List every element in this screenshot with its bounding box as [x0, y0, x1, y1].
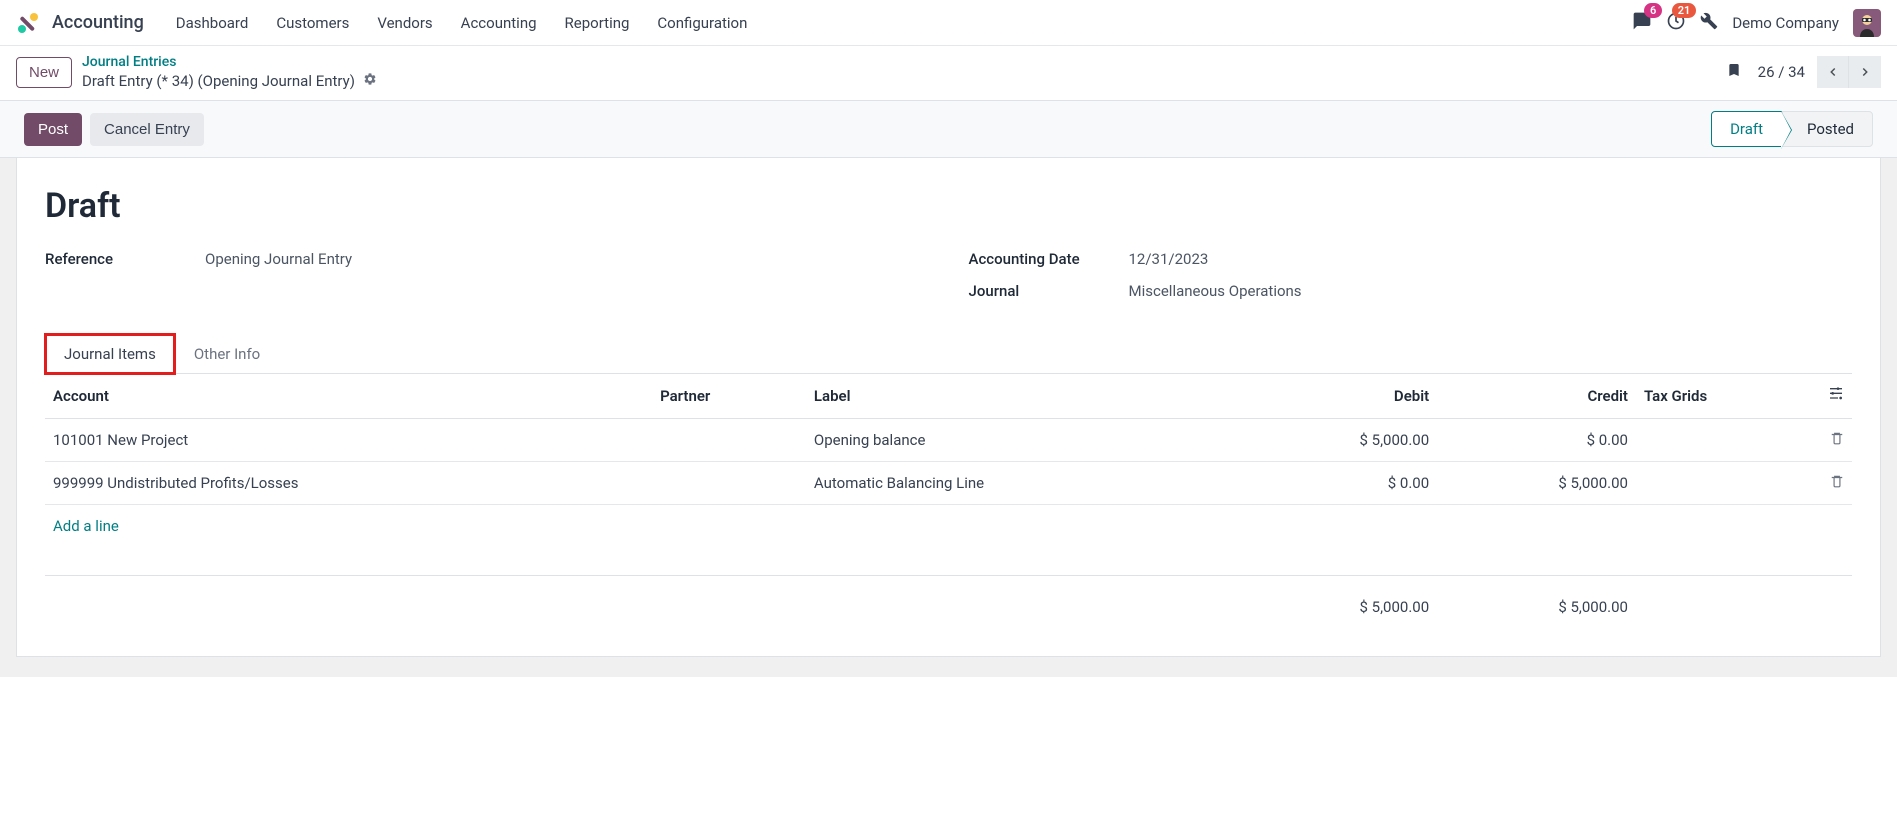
field-reference: Reference Opening Journal Entry [45, 250, 929, 268]
table-header-row: Account Partner Label Debit Credit Tax G… [45, 374, 1852, 419]
gear-icon[interactable] [363, 72, 377, 90]
col-debit[interactable]: Debit [1238, 374, 1437, 419]
nav-reporting[interactable]: Reporting [553, 8, 642, 38]
status-posted[interactable]: Posted [1782, 111, 1873, 147]
new-button[interactable]: New [16, 57, 72, 88]
column-settings-icon[interactable] [1828, 388, 1844, 406]
cell-tax-grids[interactable] [1636, 462, 1820, 505]
cell-partner[interactable] [652, 419, 806, 462]
control-row: New Journal Entries Draft Entry (* 34) (… [0, 46, 1897, 100]
nav-customers[interactable]: Customers [264, 8, 361, 38]
nav-configuration[interactable]: Configuration [645, 8, 759, 38]
journal-label: Journal [969, 282, 1129, 300]
app-logo-icon[interactable] [16, 11, 40, 35]
user-avatar[interactable] [1853, 9, 1881, 37]
cell-account[interactable]: 999999 Undistributed Profits/Losses [45, 462, 652, 505]
fields-col-right: Accounting Date 12/31/2023 Journal Misce… [969, 250, 1853, 314]
status-bar: Post Cancel Entry Draft Posted [0, 100, 1897, 158]
cell-credit[interactable]: $ 0.00 [1437, 419, 1636, 462]
field-accounting-date: Accounting Date 12/31/2023 [969, 250, 1853, 268]
cell-delete [1820, 462, 1852, 505]
nav-dashboard[interactable]: Dashboard [164, 8, 261, 38]
totals-row: $ 5,000.00 $ 5,000.00 [45, 575, 1852, 628]
cell-label[interactable]: Automatic Balancing Line [806, 462, 1238, 505]
table-row[interactable]: 101001 New Project Opening balance $ 5,0… [45, 419, 1852, 462]
trash-icon[interactable] [1830, 431, 1844, 449]
cell-delete [1820, 419, 1852, 462]
nav-right: 6 21 Demo Company [1632, 9, 1881, 37]
add-line-row: Add a line [45, 505, 1852, 548]
total-credit: $ 5,000.00 [1437, 575, 1636, 628]
trash-icon[interactable] [1830, 474, 1844, 492]
messages-icon[interactable]: 6 [1632, 11, 1652, 35]
col-label[interactable]: Label [806, 374, 1238, 419]
col-partner[interactable]: Partner [652, 374, 806, 419]
sheet-background: Draft Reference Opening Journal Entry Ac… [0, 158, 1897, 677]
total-debit: $ 5,000.00 [1238, 575, 1437, 628]
post-button[interactable]: Post [24, 113, 82, 146]
journal-value[interactable]: Miscellaneous Operations [1129, 282, 1302, 300]
reference-value[interactable]: Opening Journal Entry [205, 250, 352, 268]
cancel-entry-button[interactable]: Cancel Entry [90, 113, 204, 146]
cell-account[interactable]: 101001 New Project [45, 419, 652, 462]
activities-badge: 21 [1672, 3, 1697, 18]
cell-tax-grids[interactable] [1636, 419, 1820, 462]
accounting-date-value[interactable]: 12/31/2023 [1129, 250, 1209, 268]
company-selector[interactable]: Demo Company [1732, 14, 1839, 32]
activities-icon[interactable]: 21 [1666, 11, 1686, 35]
breadcrumb: Journal Entries Draft Entry (* 34) (Open… [82, 54, 377, 90]
pager-buttons [1817, 56, 1881, 88]
page-title: Draft [45, 186, 1852, 226]
fields-col-left: Reference Opening Journal Entry [45, 250, 929, 314]
bookmark-icon[interactable] [1726, 60, 1742, 84]
cell-debit[interactable]: $ 0.00 [1238, 462, 1437, 505]
tab-journal-items[interactable]: Journal Items [45, 334, 175, 374]
field-journal: Journal Miscellaneous Operations [969, 282, 1853, 300]
journal-items-table: Account Partner Label Debit Credit Tax G… [45, 374, 1852, 628]
form-sheet: Draft Reference Opening Journal Entry Ac… [16, 158, 1881, 657]
nav-menu: Dashboard Customers Vendors Accounting R… [164, 8, 760, 38]
cell-debit[interactable]: $ 5,000.00 [1238, 419, 1437, 462]
app-name[interactable]: Accounting [52, 12, 144, 33]
tab-other-info[interactable]: Other Info [175, 334, 279, 373]
cell-credit[interactable]: $ 5,000.00 [1437, 462, 1636, 505]
add-line-link[interactable]: Add a line [53, 517, 119, 535]
pager-prev-button[interactable] [1817, 56, 1849, 88]
spacer-row [45, 547, 1852, 575]
breadcrumb-current-text: Draft Entry (* 34) (Opening Journal Entr… [82, 72, 355, 90]
col-credit[interactable]: Credit [1437, 374, 1636, 419]
col-tax-grids[interactable]: Tax Grids [1636, 374, 1820, 419]
navbar: Accounting Dashboard Customers Vendors A… [0, 0, 1897, 46]
pager-next-button[interactable] [1849, 56, 1881, 88]
reference-label: Reference [45, 250, 205, 268]
nav-vendors[interactable]: Vendors [365, 8, 444, 38]
table-row[interactable]: 999999 Undistributed Profits/Losses Auto… [45, 462, 1852, 505]
status-draft[interactable]: Draft [1711, 111, 1782, 147]
accounting-date-label: Accounting Date [969, 250, 1129, 268]
nav-accounting[interactable]: Accounting [449, 8, 549, 38]
col-account[interactable]: Account [45, 374, 652, 419]
tools-icon[interactable] [1700, 12, 1718, 34]
messages-badge: 6 [1644, 3, 1662, 18]
col-settings [1820, 374, 1852, 419]
tabs: Journal Items Other Info [45, 334, 1852, 374]
cell-partner[interactable] [652, 462, 806, 505]
breadcrumb-parent[interactable]: Journal Entries [82, 54, 377, 70]
cell-label[interactable]: Opening balance [806, 419, 1238, 462]
pager-text[interactable]: 26 / 34 [1758, 63, 1805, 81]
breadcrumb-current: Draft Entry (* 34) (Opening Journal Entr… [82, 72, 377, 90]
fields-row: Reference Opening Journal Entry Accounti… [45, 250, 1852, 314]
status-steps: Draft Posted [1711, 111, 1873, 147]
